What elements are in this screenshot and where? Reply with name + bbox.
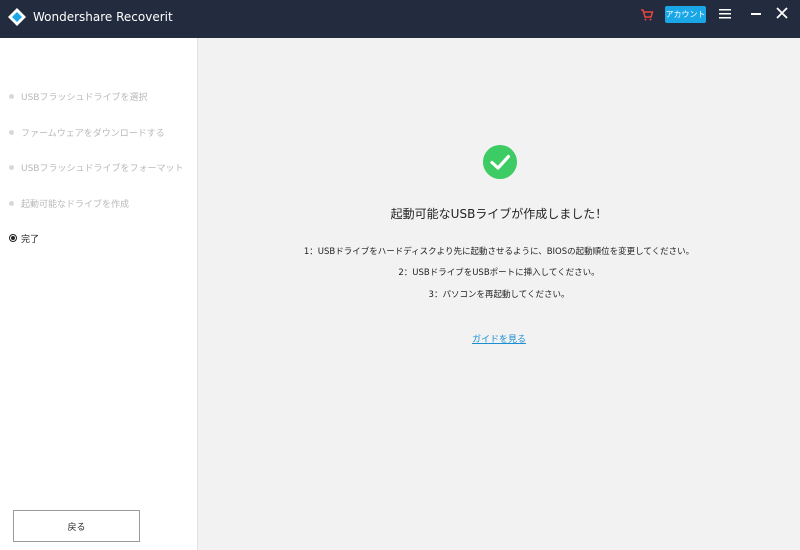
menu-icon[interactable] xyxy=(719,8,731,20)
close-icon[interactable] xyxy=(776,7,788,19)
step-dot-icon xyxy=(9,164,14,170)
step-label: 完了 xyxy=(21,234,40,245)
step-download-firmware: ファームウェアをダウンロードする xyxy=(9,124,165,140)
minimize-icon[interactable] xyxy=(751,13,761,15)
title-bar: Wondershare Recoverit アカウント xyxy=(0,0,800,38)
instruction-line: 2：USBドライブをUSBポートに挿入してください。 xyxy=(398,268,600,278)
account-button[interactable]: アカウント xyxy=(665,6,706,23)
active-step-icon xyxy=(9,234,17,242)
success-check-icon xyxy=(483,145,517,179)
step-label: USBフラッシュドライブを選択 xyxy=(21,92,148,103)
success-title: 起動可能なUSBライブが作成しました！ xyxy=(390,207,608,221)
step-dot-icon xyxy=(9,129,14,135)
guide-link[interactable]: ガイドを見る xyxy=(198,332,800,345)
steps-sidebar: USBフラッシュドライブを選択 ファームウェアをダウンロードする USBフラッシ… xyxy=(0,38,198,550)
cart-icon[interactable] xyxy=(640,8,654,22)
step-dot-icon xyxy=(9,93,14,99)
step-create-bootable: 起動可能なドライブを作成 xyxy=(9,195,129,211)
back-button[interactable]: 戻る xyxy=(13,510,140,542)
step-format-usb: USBフラッシュドライブをフォーマット xyxy=(9,159,183,175)
recoverit-logo-icon xyxy=(8,8,26,26)
step-label: 起動可能なドライブを作成 xyxy=(21,199,130,210)
app-title: Wondershare Recoverit xyxy=(33,10,173,24)
instruction-line: 3：パソコンを再起動してください。 xyxy=(428,290,570,300)
step-label: USBフラッシュドライブをフォーマット xyxy=(21,163,184,174)
step-select-usb: USBフラッシュドライブを選択 xyxy=(9,88,147,104)
step-label: ファームウェアをダウンロードする xyxy=(21,128,165,139)
step-complete: 完了 xyxy=(9,230,39,246)
step-dot-icon xyxy=(9,200,14,206)
instruction-line: 1：USBドライブをハードディスクより先に起動させるように、BIOSの起動順位を… xyxy=(303,247,695,257)
